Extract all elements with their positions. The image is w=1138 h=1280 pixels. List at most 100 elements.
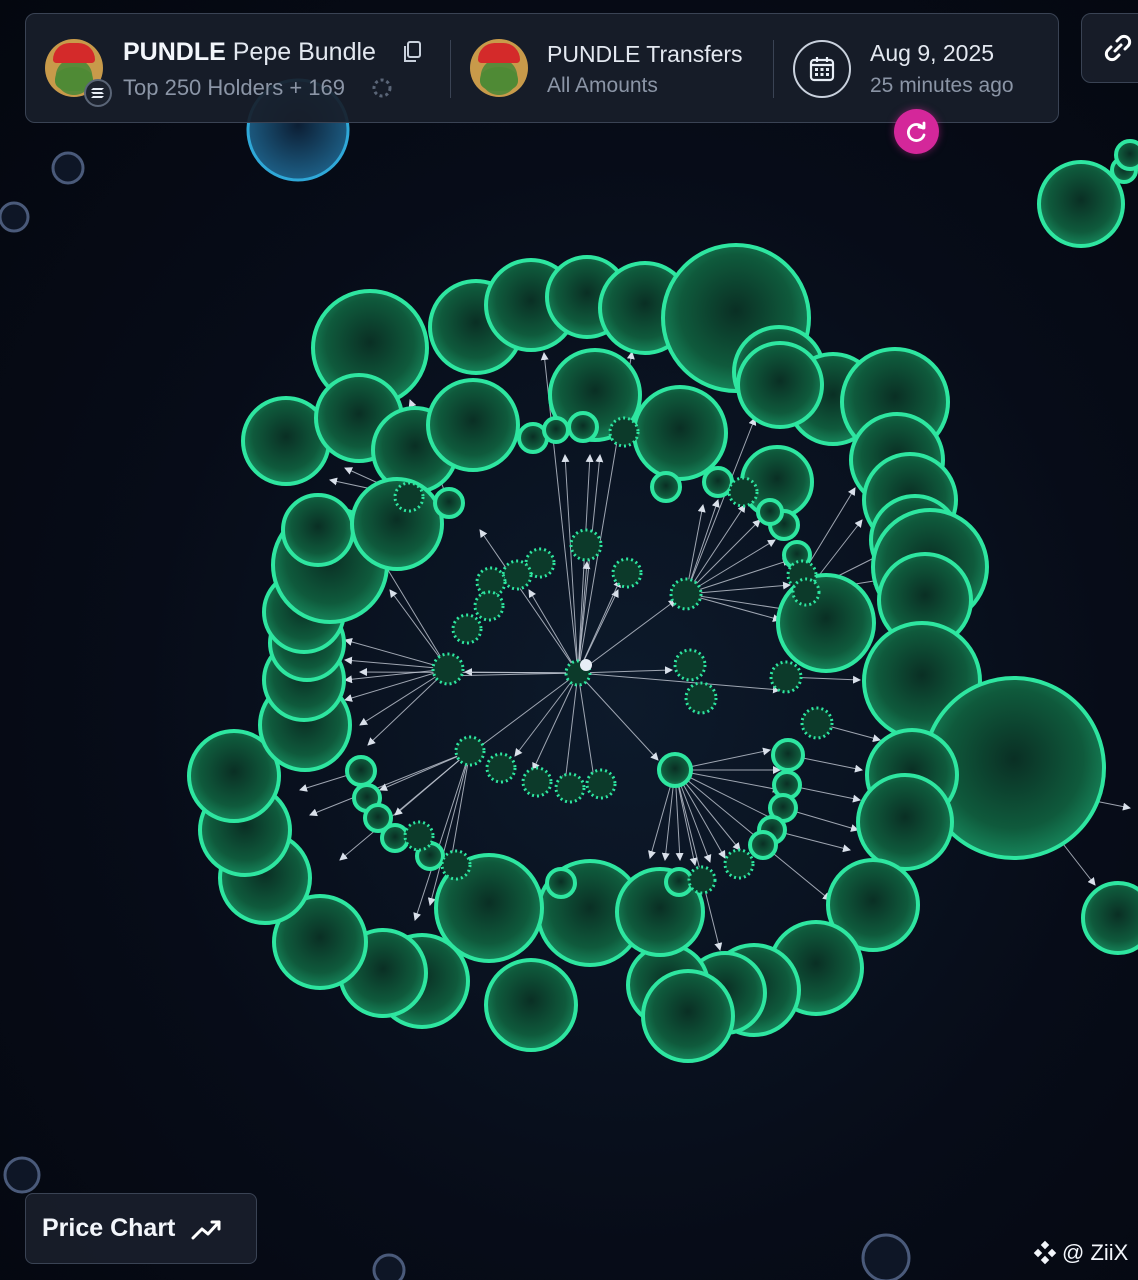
bundled-wallet-bubble[interactable] [554,772,586,804]
holder-bubble[interactable] [484,958,578,1052]
bundled-wallet-bubble[interactable] [403,820,435,852]
bundled-wallet-bubble[interactable] [669,577,703,611]
other-token-bubble[interactable] [0,201,30,233]
transfer-edge [359,668,579,677]
bundled-wallet-bubble[interactable] [723,848,755,880]
holder-bubble[interactable] [1081,881,1138,955]
holder-bubble[interactable] [664,867,694,897]
token-header: PUNDLE Pepe Bundle Top 250 Holders + 169… [25,13,1059,123]
holder-bubble[interactable] [433,487,465,519]
token-symbol: PUNDLE [123,38,226,66]
header-divider [773,40,774,98]
copy-icon[interactable] [403,41,421,63]
holder-bubble[interactable] [542,416,570,444]
other-token-bubble[interactable] [861,1233,911,1280]
holder-bubble[interactable] [736,341,824,429]
transfer-edge [379,750,471,791]
transfer-edge [1059,839,1096,886]
transfer-edge [577,666,673,675]
holder-bubble[interactable] [545,867,577,899]
lock-icon [580,659,592,671]
bundled-wallet-bubble[interactable] [521,766,553,798]
bundled-wallet-bubble[interactable] [791,577,821,607]
refresh-icon [906,121,925,142]
other-token-bubble[interactable] [372,1253,406,1280]
holder-bubble[interactable] [702,466,734,498]
spinner-icon [372,78,392,98]
holder-bubble[interactable] [426,378,520,472]
transfers-filter[interactable]: All Amounts [547,74,658,98]
bundled-wallet-bubble[interactable] [501,559,533,591]
bundled-wallet-bubble[interactable] [393,481,425,513]
transfer-edge [577,672,598,786]
bundled-wallet-bubble[interactable] [684,681,718,715]
calendar-button[interactable] [793,40,851,98]
bundled-wallet-bubble[interactable] [485,752,517,784]
bundled-wallet-bubble[interactable] [769,660,803,694]
calendar-icon [809,57,835,82]
bundled-wallet-bubble[interactable] [431,652,465,686]
holder-bubble[interactable] [345,755,377,787]
holder-bubble[interactable] [650,471,682,503]
token-name: PUNDLE Pepe Bundle [123,38,376,67]
holder-bubble[interactable] [856,773,954,871]
token-fullname: Pepe Bundle [232,38,376,66]
snapshot-date[interactable]: Aug 9, 2025 [870,40,994,67]
bundled-wallet-bubble[interactable] [569,528,603,562]
transfers-title[interactable]: PUNDLE Transfers [547,41,743,68]
transfer-edge [532,672,579,771]
other-token-bubble[interactable] [3,1156,41,1194]
bundled-wallet-bubble[interactable] [473,590,505,622]
bundled-wallet-bubble[interactable] [440,849,472,881]
holder-bubble[interactable] [776,573,876,673]
holder-bubble[interactable] [1037,160,1125,248]
transfer-edge [394,750,471,816]
bundled-wallet-bubble[interactable] [454,735,486,767]
holder-bubble[interactable] [657,752,693,788]
bundled-wallet-bubble[interactable] [687,865,717,895]
holder-bubble[interactable] [641,969,735,1063]
holder-bubble[interactable] [771,738,805,772]
transfer-edge [344,668,449,702]
bundled-wallet-bubble[interactable] [727,476,759,508]
holder-bubble[interactable] [281,493,355,567]
transfer-edge [514,672,579,757]
link-icon [1104,34,1132,62]
transfer-edge [685,581,791,595]
other-token-bubble[interactable] [51,151,85,185]
transfer-edge [685,558,791,595]
bubble-map[interactable] [0,0,1138,1280]
bundled-wallet-bubble[interactable] [608,416,640,448]
refresh-button[interactable] [894,109,939,154]
bundled-wallet-bubble[interactable] [451,613,483,645]
transfer-edge [384,564,449,670]
price-chart-label: Price Chart [42,1214,176,1242]
bundled-wallet-bubble[interactable] [800,706,834,740]
transfer-edge [367,668,449,746]
bundled-wallet-bubble[interactable] [585,768,617,800]
bundled-wallet-bubble[interactable] [475,566,507,598]
transfer-edge [577,599,677,674]
holder-bubble[interactable] [632,385,728,481]
share-link-button[interactable] [1081,13,1138,83]
watermark: @ ZiiX [1032,1240,1128,1266]
transfer-edge [561,454,579,674]
holder-bubbles[interactable] [0,78,1138,1280]
holders-count[interactable]: Top 250 Holders + 169 [123,75,345,101]
transfer-edge [685,593,791,613]
header-divider [450,40,451,98]
trend-up-icon [191,1220,221,1239]
snapshot-relative-time: 25 minutes ago [870,74,1014,97]
price-chart-button[interactable]: Price Chart [25,1193,257,1264]
transfer-edge [561,672,579,784]
transfer-edge [577,672,659,761]
bundled-wallet-bubble[interactable] [673,648,707,682]
holder-bubble[interactable] [1114,139,1138,171]
holder-bubble[interactable] [748,830,778,860]
bundled-wallet-bubble[interactable] [611,557,643,589]
holder-bubble[interactable] [567,411,599,443]
watermark-text: @ ZiiX [1062,1240,1129,1265]
binance-icon [1033,1240,1057,1265]
holder-bubble[interactable] [756,498,784,526]
transfers-avatar [470,39,528,97]
